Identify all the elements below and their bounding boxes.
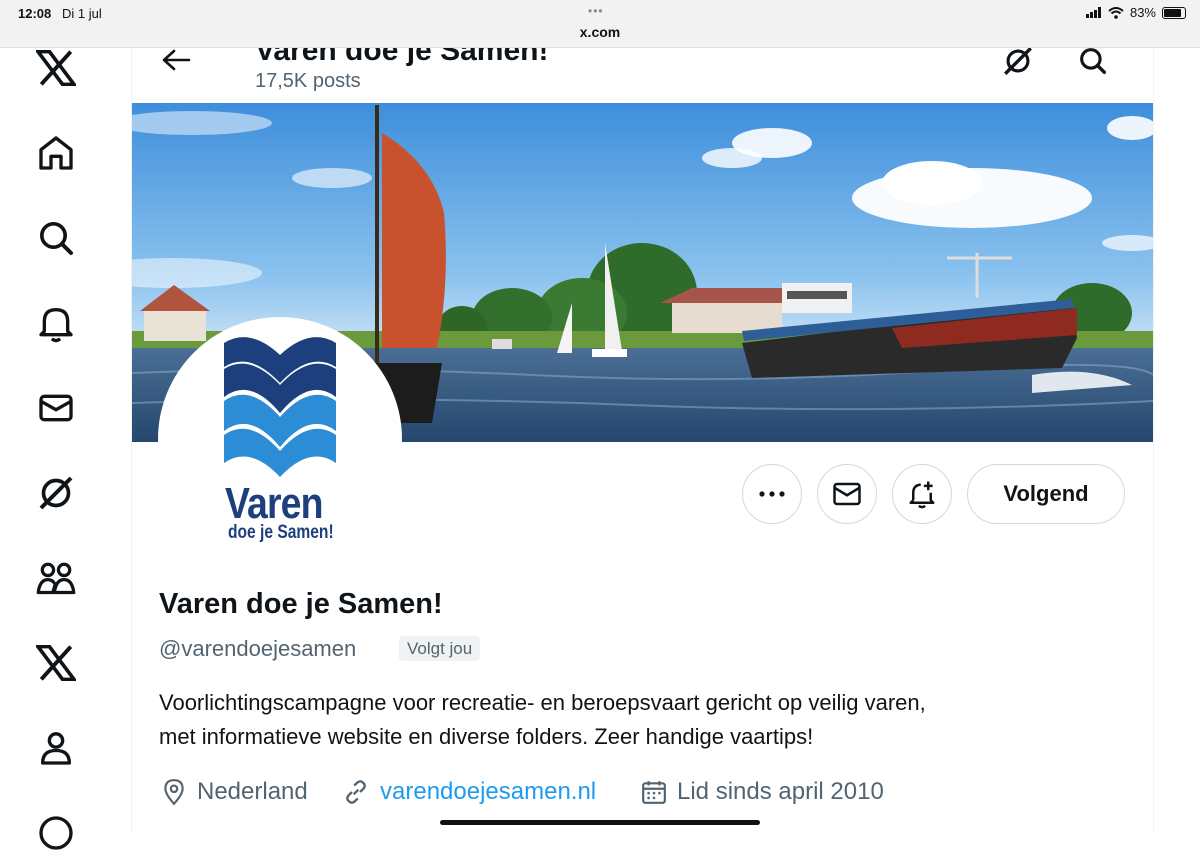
arrow-left-icon (162, 49, 191, 71)
profile-joined-date: Lid sinds april 2010 (641, 778, 884, 806)
link-icon (346, 780, 366, 804)
grok-icon (1004, 48, 1032, 75)
following-button[interactable]: Volgend (967, 464, 1125, 524)
home-icon (39, 136, 73, 170)
ios-status-bar: 12:08 Di 1 jul ••• x.com 83% (0, 0, 1200, 48)
profile-header-bar: Varen doe je Samen! 17,5K posts (131, 48, 1154, 104)
bio-line: met informatieve website en diverse fold… (159, 724, 814, 749)
header-grok-button[interactable] (1001, 48, 1035, 83)
calendar-icon (642, 781, 666, 804)
website-link[interactable]: varendoejesamen.nl (380, 778, 596, 806)
nav-premium[interactable] (31, 638, 81, 688)
nav-profile[interactable] (31, 723, 81, 773)
profile-icon (41, 732, 72, 765)
grok-icon (39, 476, 73, 510)
wifi-icon (1108, 6, 1124, 19)
profile-website[interactable]: varendoejesamen.nl (342, 778, 596, 806)
location-text: Nederland (197, 778, 308, 805)
message-button[interactable] (817, 464, 877, 524)
header-posts-count: 17,5K posts (255, 70, 361, 92)
address-bar-url[interactable]: x.com (0, 24, 1200, 40)
more-options-button[interactable] (742, 464, 802, 524)
profile-location: Nederland (161, 778, 308, 806)
search-icon (1080, 48, 1107, 75)
profile-handle: @varendoejesamen (159, 636, 357, 661)
battery-percentage: 83% (1129, 5, 1156, 20)
x-logo-icon (36, 50, 76, 86)
status-time: 12:08 (18, 6, 52, 21)
avatar-logo: Varen doe je Samen! (162, 321, 398, 557)
nav-grok[interactable] (31, 468, 81, 518)
search-icon (40, 222, 73, 255)
nav-explore[interactable] (31, 213, 81, 263)
nav-x-home-logo[interactable] (31, 43, 81, 93)
profile-display-name: Varen doe je Samen! (159, 588, 443, 620)
profile-bio: Voorlichtingscampagne voor recreatie- en… (159, 686, 1119, 754)
browser-more-icon[interactable]: ••• (588, 4, 604, 18)
follows-you-badge: Volgt jou (399, 636, 481, 661)
more-dots-icon (759, 491, 785, 497)
profile-avatar[interactable]: Varen doe je Samen! (158, 317, 402, 561)
location-pin-icon (164, 779, 184, 806)
more-circle-icon (39, 816, 73, 850)
logo-tagline: doe je Samen! (228, 522, 334, 543)
nav-notifications[interactable] (31, 298, 81, 348)
communities-icon (36, 562, 76, 595)
bell-plus-icon (909, 481, 935, 509)
battery-icon (1162, 6, 1186, 19)
notifications-bell-icon (39, 308, 73, 343)
messages-envelope-icon (39, 394, 73, 422)
envelope-icon (833, 482, 861, 506)
header-title: Varen doe je Samen! (255, 48, 549, 67)
nav-home[interactable] (31, 128, 81, 178)
premium-x-icon (36, 645, 76, 681)
header-search-button[interactable] (1076, 48, 1110, 83)
bio-line: Voorlichtingscampagne voor recreatie- en… (159, 690, 926, 715)
nav-messages[interactable] (31, 383, 81, 433)
battery-fill (1164, 8, 1181, 17)
cellular-signal-icon (1085, 7, 1101, 18)
nav-more[interactable] (31, 808, 81, 858)
nav-communities[interactable] (31, 553, 81, 603)
sidebar-nav (0, 48, 110, 850)
status-date: Di 1 jul (62, 6, 102, 21)
notify-button[interactable] (892, 464, 952, 524)
column-divider-right (1153, 48, 1154, 834)
back-button[interactable] (159, 48, 199, 72)
joined-text: Lid sinds april 2010 (677, 778, 884, 805)
status-indicators: 83% (1085, 5, 1186, 20)
home-indicator[interactable] (440, 820, 760, 825)
